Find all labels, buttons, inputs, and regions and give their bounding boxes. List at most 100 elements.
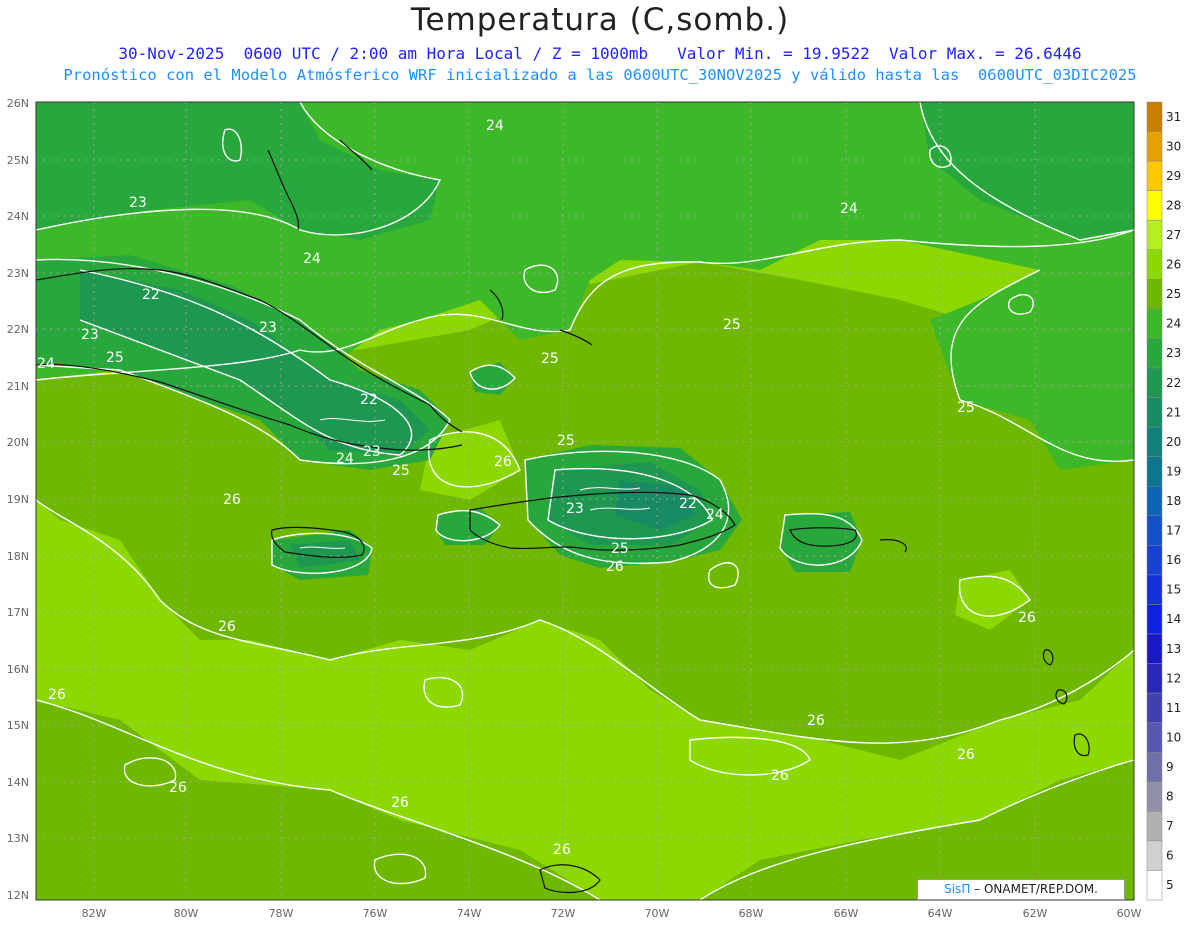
colorbar-label: 11 [1166,701,1181,715]
lat-label: 20N [7,436,29,449]
colorbar-swatch [1146,397,1163,428]
lat-label: 13N [7,832,29,845]
lat-label: 26N [7,97,29,110]
colorbar: 31 30 29 28 27 26 25 24 23 22 21 20 19 18 17 16 15 14 13 12… [1146,101,1181,901]
colorbar-swatch [1146,840,1163,871]
lat-label: 24N [7,210,29,223]
contour-label: 24 [840,201,858,217]
contour-label: 26 [391,795,409,811]
contour-label: 26 [807,713,825,729]
colorbar-swatch [1146,249,1163,280]
colorbar-swatch [1146,515,1163,546]
contour-label: 24 [336,451,354,467]
lat-label: 17N [7,606,29,619]
colorbar-label: 28 [1166,198,1181,212]
lon-label: 62W [1023,907,1048,920]
colorbar-label: 12 [1166,671,1181,685]
colorbar-swatch [1146,633,1163,664]
lon-label: 68W [739,907,764,920]
contour-label: 22 [142,287,160,303]
colorbar-swatch [1146,692,1163,723]
colorbar-swatch [1146,456,1163,487]
contour-label: 23 [363,444,381,460]
colorbar-swatch [1146,751,1163,783]
credit-text: – ONAMET/REP.DOM. [974,882,1098,896]
colorbar-swatch [1146,722,1163,753]
lon-label: 74W [457,907,482,920]
colorbar-swatch [1146,308,1163,339]
colorbar-swatch [1146,574,1163,605]
colorbar-swatch [1146,367,1163,398]
colorbar-label: 6 [1166,849,1174,863]
colorbar-swatch [1146,811,1163,842]
lon-label: 64W [928,907,953,920]
lat-label: 21N [7,380,29,393]
contour-label: 25 [392,463,410,479]
colorbar-swatch [1146,279,1163,310]
colorbar-swatch [1146,604,1163,635]
colorbar-swatch [1146,101,1163,132]
contour-label: 26 [771,768,789,784]
lat-label: 12N [7,889,29,902]
lon-label: 60W [1117,907,1142,920]
contour-label: 26 [1018,610,1036,626]
contour-label: 24 [706,507,724,523]
colorbar-label: 22 [1166,376,1181,390]
contour-label: 25 [541,351,559,367]
colorbar-label: 10 [1166,730,1181,744]
colorbar-swatch [1146,663,1163,694]
subtitle-run-info: 30-Nov-2025 0600 UTC / 2:00 am Hora Loca… [118,44,1082,63]
contour-label: 22 [360,392,378,408]
contour-label: 25 [957,400,975,416]
colorbar-swatch [1146,131,1163,162]
contour-label: 24 [486,118,504,134]
contour-label: 24 [37,356,55,372]
lat-label: 23N [7,267,29,280]
colorbar-label: 27 [1166,228,1181,242]
lon-label: 72W [551,907,576,920]
colorbar-label: 26 [1166,258,1181,272]
colorbar-swatch [1146,338,1163,369]
contour-label: 26 [169,780,187,796]
lat-label: 18N [7,550,29,563]
contour-label: 25 [723,317,741,333]
latitude-labels: 26N 25N 24N 23N 22N 21N 20N 19N 18N 17N … [7,97,29,902]
colorbar-swatch [1146,426,1163,457]
colorbar-label: 23 [1166,346,1181,360]
contour-label: 24 [303,251,321,267]
colorbar-label: 16 [1166,553,1181,567]
colorbar-label: 7 [1166,819,1174,833]
contour-label: 25 [557,433,575,449]
colorbar-label: 30 [1166,139,1181,153]
colorbar-label: 18 [1166,494,1181,508]
contour-label: 26 [957,747,975,763]
colorbar-label: 15 [1166,583,1181,597]
colorbar-swatch [1146,160,1163,191]
lon-label: 76W [363,907,388,920]
contour-label: 26 [223,492,241,508]
contour-label: 26 [494,454,512,470]
lat-label: 14N [7,776,29,789]
lat-label: 25N [7,154,29,167]
lat-label: 22N [7,323,29,336]
contour-label: 22 [679,496,697,512]
colorbar-swatch [1146,485,1163,517]
colorbar-label: 5 [1166,878,1174,892]
colorbar-swatch [1146,781,1163,812]
longitude-labels: 82W 80W 78W 76W 74W 72W 70W 68W 66W 64W … [82,907,1142,920]
contour-label: 23 [259,320,277,336]
colorbar-label: 14 [1166,612,1181,626]
map-title: Temperatura (C,somb.) [410,2,790,38]
colorbar-label: 8 [1166,790,1174,804]
colorbar-swatch [1146,545,1163,576]
colorbar-label: 9 [1166,760,1174,774]
colorbar-label: 13 [1166,642,1181,656]
subtitle-model-info: Pronóstico con el Modelo Atmósferico WRF… [63,66,1137,84]
colorbar-label: 24 [1166,317,1181,331]
credit-box: SisΠ – ONAMET/REP.DOM. [917,879,1125,900]
colorbar-swatch [1146,219,1163,251]
lon-label: 66W [834,907,859,920]
lon-label: 80W [174,907,199,920]
colorbar-label: 29 [1166,169,1181,183]
lat-label: 15N [7,719,29,732]
